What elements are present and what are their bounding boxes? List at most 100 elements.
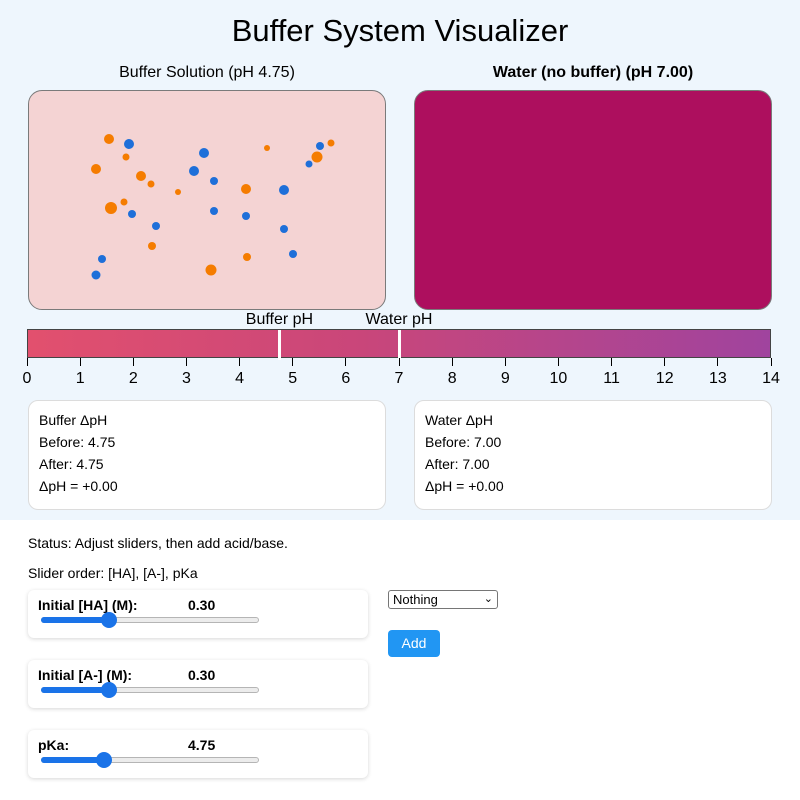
a-minus-particle	[243, 253, 251, 261]
status-text: Status: Adjust sliders, then add acid/ba…	[28, 535, 288, 551]
buffer-after: After: 4.75	[39, 456, 104, 472]
a-minus-particle	[148, 242, 156, 250]
ph-axis-tick-label: 5	[288, 370, 298, 387]
ph-axis-tick	[185, 358, 187, 366]
water-ph-marker-label: Water pH	[365, 311, 433, 328]
ph-axis-tick	[664, 358, 666, 366]
a-minus-particle	[104, 134, 114, 144]
ph-axis-tick-label: 10	[549, 370, 568, 387]
a-minus-particle	[327, 139, 335, 147]
ph-axis-tick	[451, 358, 453, 366]
ph-axis-tick-label: 6	[341, 370, 351, 387]
water-after: After: 7.00	[425, 456, 490, 472]
a-slider-fill	[41, 687, 109, 693]
water-delta-title: Water ΔpH	[425, 412, 493, 428]
a-minus-particle	[241, 184, 251, 194]
a-slider-value: 0.30	[188, 667, 216, 683]
a-minus-particle	[91, 164, 101, 174]
buffer-ph-marker-label: Buffer pH	[245, 311, 314, 328]
ha-particle	[152, 222, 160, 230]
ph-axis-tick-label: 4	[235, 370, 245, 387]
ph-axis-tick	[26, 358, 28, 366]
ph-axis-tick	[345, 358, 347, 366]
buffer-panel-title: Buffer Solution (pH 4.75)	[119, 64, 295, 81]
ph-axis-tick-label: 3	[181, 370, 191, 387]
ha-particle	[279, 185, 289, 195]
ha-particle	[98, 255, 106, 263]
ha-particle	[289, 250, 297, 258]
ph-axis-tick-label: 14	[762, 370, 780, 387]
a-minus-particle	[136, 171, 146, 181]
ph-axis-tick-label: 1	[75, 370, 85, 387]
ph-axis-tick-label: 7	[394, 370, 404, 387]
ph-axis-tick	[557, 358, 559, 366]
ph-axis-tick	[398, 358, 400, 366]
a-minus-particle	[175, 189, 181, 195]
ha-slider-card: Initial [HA] (M): 0.30	[28, 590, 368, 638]
water-before: Before: 7.00	[425, 434, 502, 450]
a-minus-particle	[311, 151, 323, 163]
buffer-ph-marker	[277, 330, 281, 360]
slider-order-text: Slider order: [HA], [A-], pKa	[28, 565, 198, 581]
buffer-delta-card: Buffer ΔpH Before: 4.75 After: 4.75 ΔpH …	[28, 400, 386, 510]
ph-axis-tick	[504, 358, 506, 366]
ha-particle	[210, 207, 218, 215]
ph-axis-tick	[611, 358, 613, 366]
ph-axis-tick-label: 2	[128, 370, 138, 387]
a-minus-particle	[120, 198, 128, 206]
ha-particle	[91, 270, 101, 280]
a-slider-card: Initial [A-] (M): 0.30	[28, 660, 368, 708]
water-ph-marker	[397, 330, 401, 360]
ha-particle	[128, 210, 136, 218]
ph-axis-tick	[770, 358, 772, 366]
ha-particle	[210, 177, 218, 185]
ph-axis-tick	[239, 358, 241, 366]
ph-axis-tick	[292, 358, 294, 366]
ha-slider-thumb[interactable]	[100, 612, 117, 628]
water-delta: ΔpH = +0.00	[425, 478, 504, 494]
buffer-delta-title: Buffer ΔpH	[39, 412, 108, 428]
additive-select[interactable]: Nothing ⌄	[388, 590, 498, 609]
chevron-down-icon: ⌄	[483, 593, 493, 605]
ha-particle	[305, 160, 313, 168]
a-minus-particle	[147, 180, 155, 188]
buffer-before: Before: 4.75	[39, 434, 116, 450]
ha-particle	[280, 225, 288, 233]
app-title: Buffer System Visualizer	[231, 13, 569, 48]
additive-select-value: Nothing	[393, 592, 438, 607]
a-minus-particle	[105, 202, 117, 214]
ha-slider-value: 0.30	[188, 597, 216, 613]
a-slider-label: Initial [A-] (M):	[38, 667, 133, 683]
ha-particle	[189, 166, 199, 176]
a-minus-particle	[264, 145, 270, 151]
a-slider-thumb[interactable]	[100, 682, 117, 698]
a-minus-particle	[205, 264, 217, 276]
ph-axis-tick-label: 8	[447, 370, 457, 387]
ha-particle	[199, 148, 209, 158]
ph-axis-tick	[717, 358, 719, 366]
pka-slider-thumb[interactable]	[96, 752, 113, 768]
add-button[interactable]: Add	[388, 630, 440, 657]
buffer-delta: ΔpH = +0.00	[39, 478, 118, 494]
ph-axis-tick-label: 11	[603, 370, 620, 387]
ha-particle	[242, 212, 250, 220]
ph-axis-tick-label: 12	[655, 370, 674, 387]
ph-axis-tick-label: 9	[500, 370, 510, 387]
pka-slider-label: pKa:	[38, 737, 70, 753]
water-beaker	[414, 90, 772, 310]
buffer-beaker	[28, 90, 386, 310]
water-delta-card: Water ΔpH Before: 7.00 After: 7.00 ΔpH =…	[414, 400, 772, 510]
pka-slider-value: 4.75	[188, 737, 216, 753]
pka-slider-fill	[41, 757, 105, 763]
ha-slider-fill	[41, 617, 109, 623]
pka-slider-card: pKa: 4.75	[28, 730, 368, 778]
ha-particle	[316, 142, 324, 150]
ph-axis: 0 1 2 3 4 5 6 7 8 9 10 11 12 13 14	[0, 358, 800, 388]
a-minus-particle	[122, 153, 130, 161]
ph-axis-tick-label: 13	[708, 370, 727, 387]
ph-axis-tick-label: 0	[22, 370, 32, 387]
ha-slider-label: Initial [HA] (M):	[38, 597, 138, 613]
particle-field	[91, 134, 335, 280]
water-panel-title: Water (no buffer) (pH 7.00)	[492, 64, 694, 81]
ha-particle	[124, 139, 134, 149]
